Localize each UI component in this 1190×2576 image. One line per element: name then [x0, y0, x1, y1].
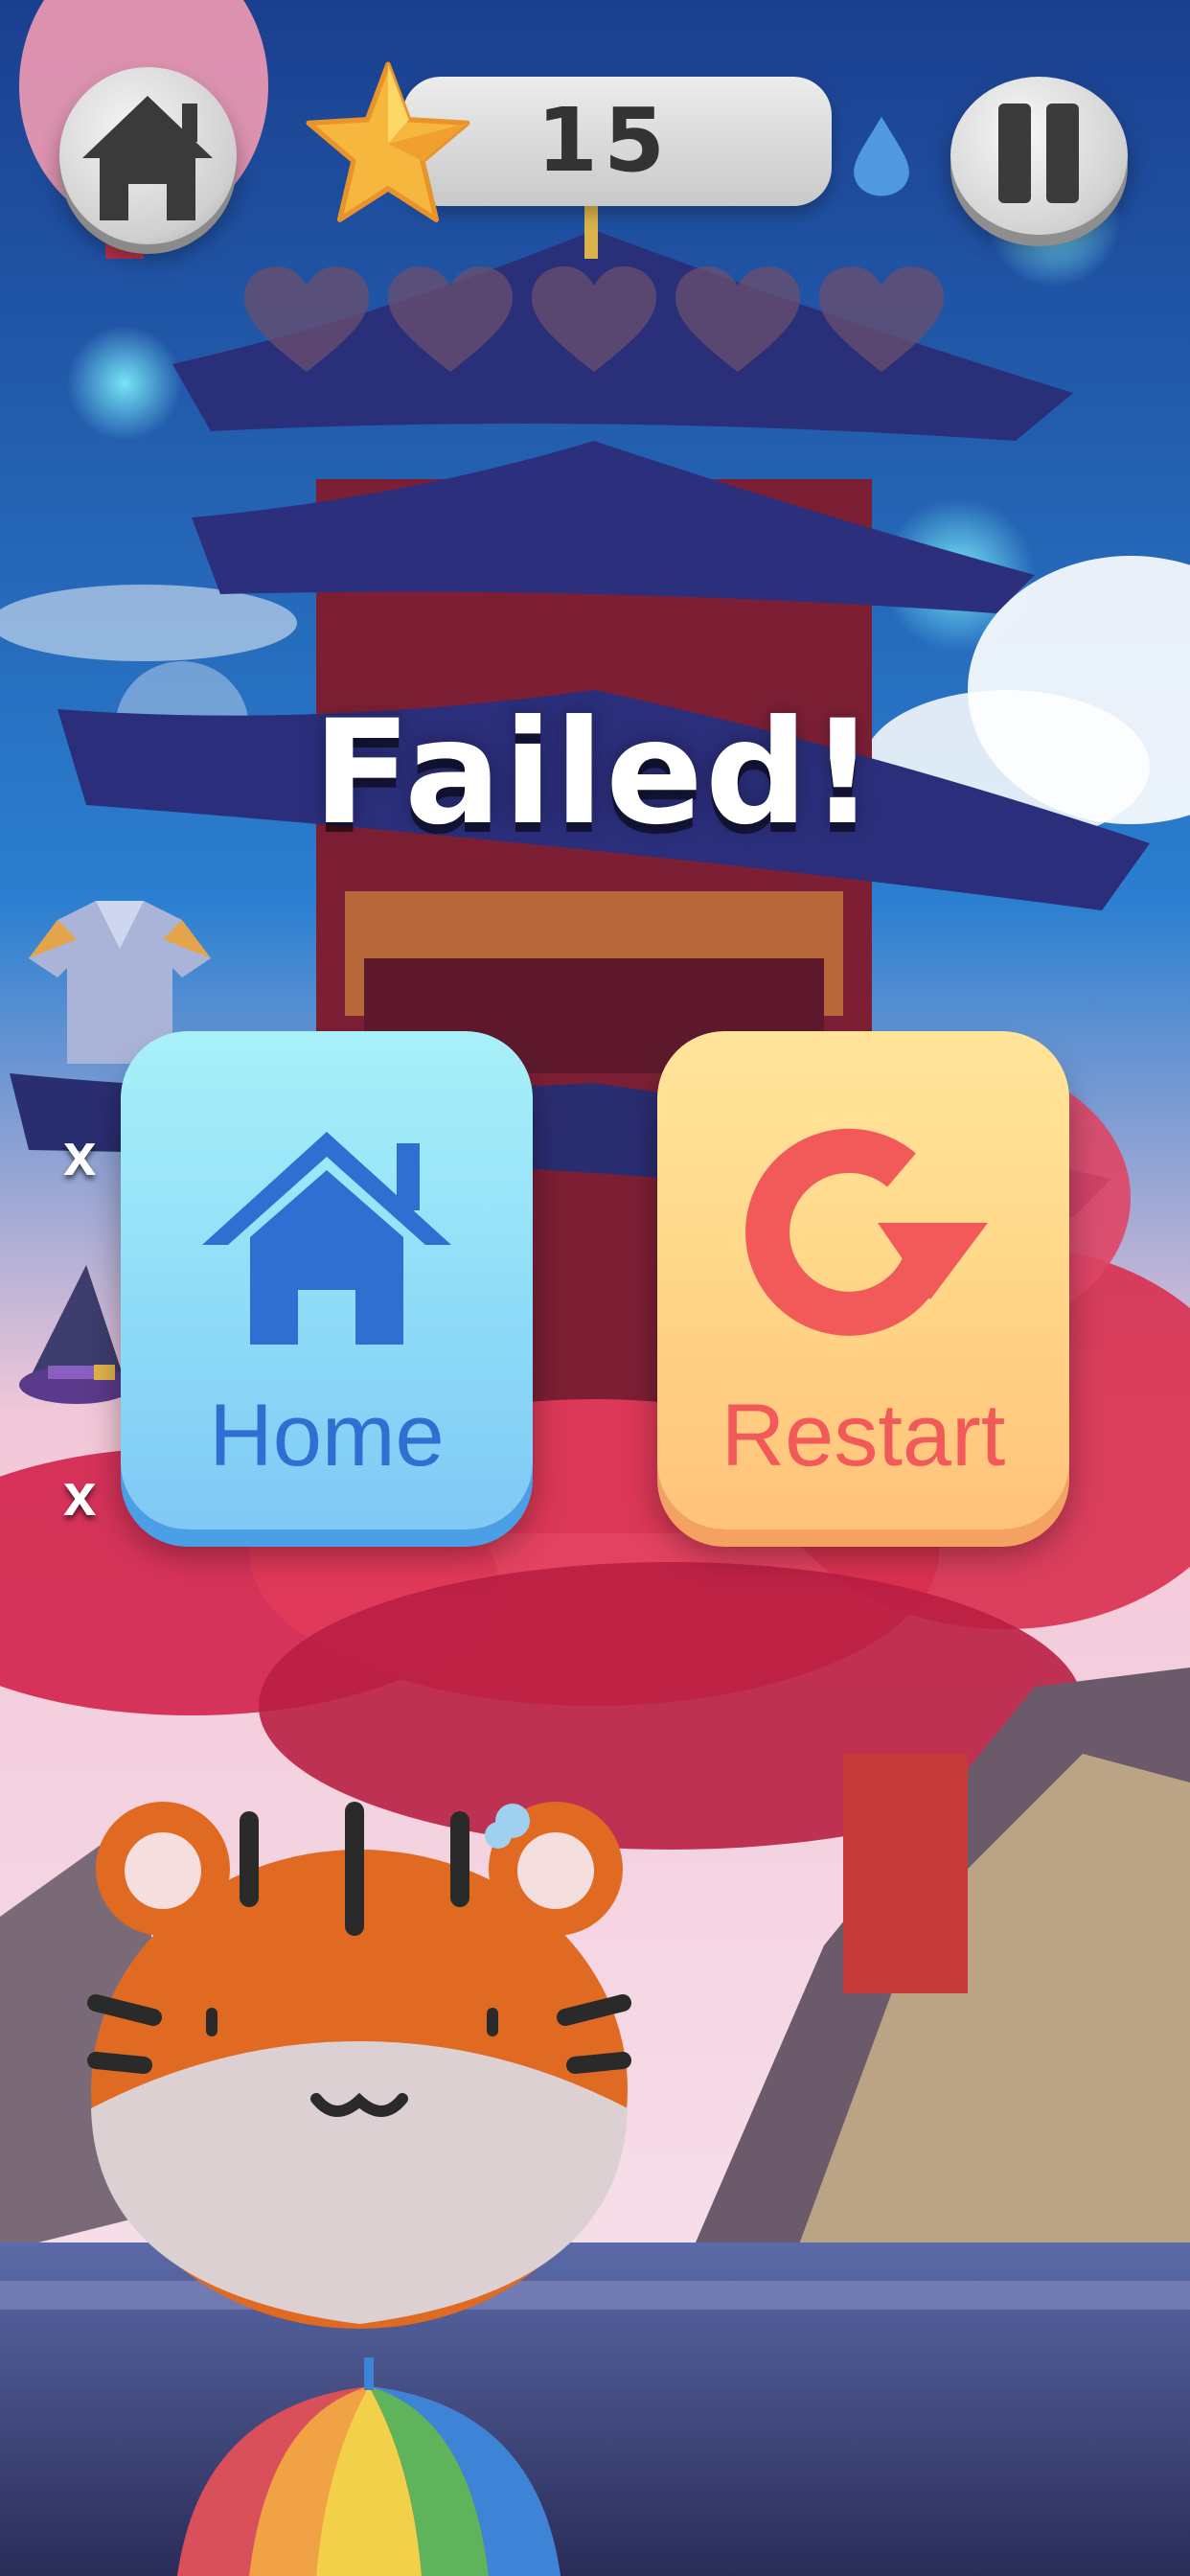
game-scene: 15 Failed! x x Home Restart — [0, 0, 1190, 2576]
water-drop-icon — [854, 116, 909, 196]
score-value: 15 — [536, 89, 672, 192]
house-icon — [202, 1132, 451, 1345]
house-icon — [82, 96, 213, 220]
heart-icon — [244, 266, 369, 372]
lives-hearts — [244, 266, 944, 372]
hat-count-label: x — [63, 1462, 97, 1529]
armor-count-label: x — [63, 1122, 97, 1188]
heart-icon — [675, 266, 800, 372]
tiger-icon — [87, 1802, 631, 2329]
hud-home-button[interactable] — [59, 67, 237, 244]
restart-button[interactable]: Restart — [657, 1031, 1069, 1530]
heart-icon — [388, 266, 513, 372]
heart-icon — [532, 266, 656, 372]
umbrella-icon — [177, 2358, 561, 2576]
result-title: Failed! — [312, 690, 878, 857]
restart-icon — [745, 1128, 988, 1336]
home-button-label: Home — [209, 1387, 445, 1484]
wizard-hat-icon — [19, 1265, 134, 1404]
star-icon — [306, 61, 470, 222]
restart-button-label: Restart — [721, 1387, 1006, 1484]
heart-icon — [819, 266, 944, 372]
home-button[interactable]: Home — [121, 1031, 533, 1530]
pause-button[interactable] — [950, 77, 1128, 235]
